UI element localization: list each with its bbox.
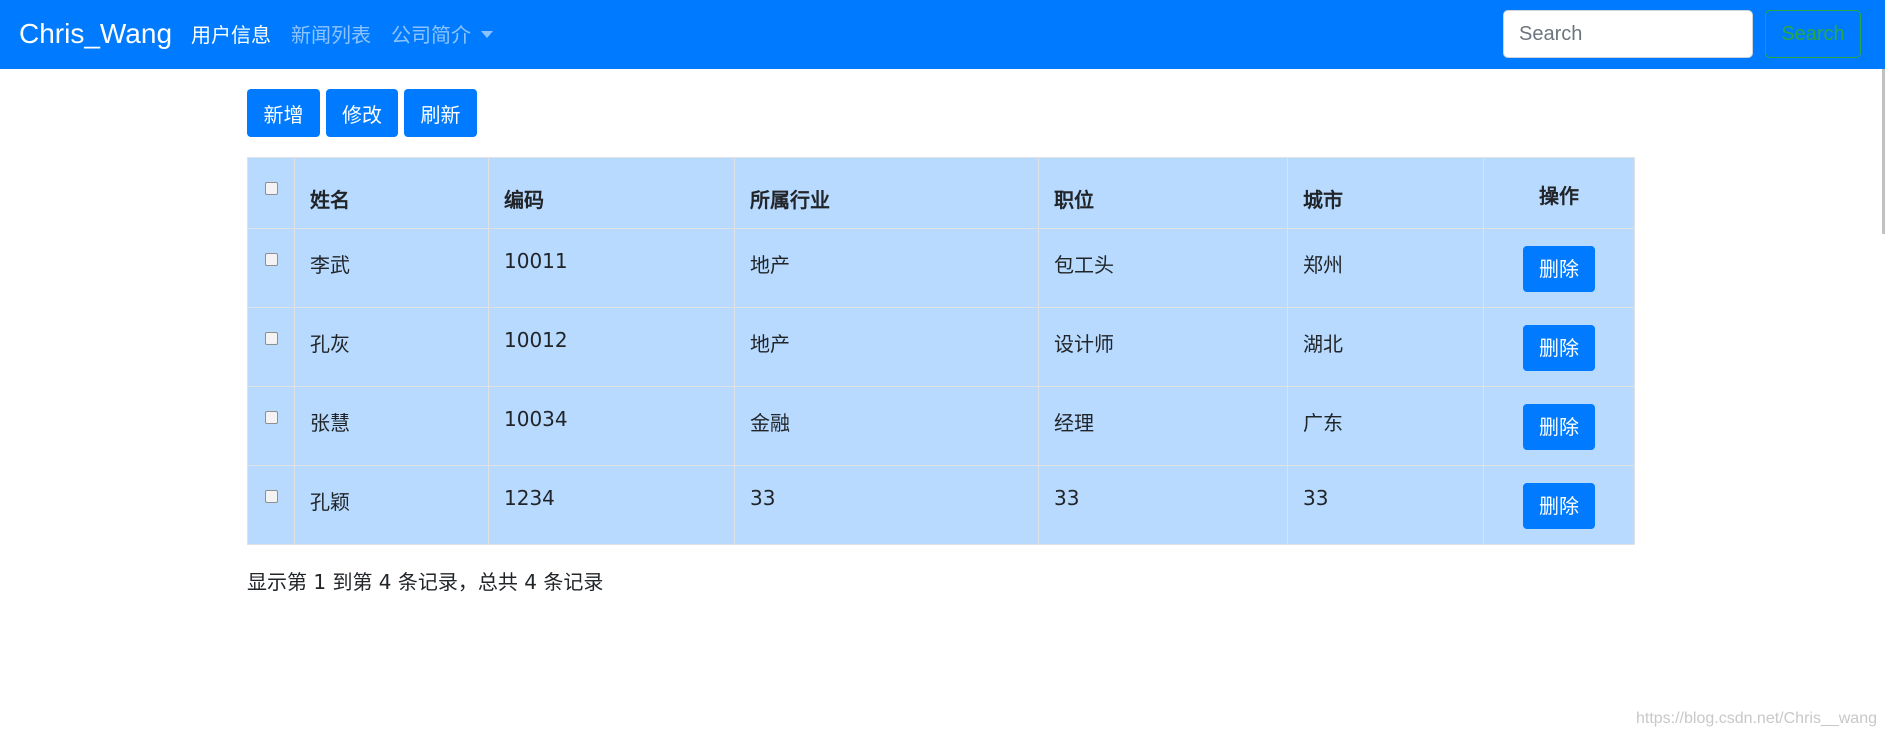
cell-code: 10012 xyxy=(488,307,735,387)
header-name[interactable]: 姓名 xyxy=(294,157,489,229)
select-all-checkbox[interactable] xyxy=(264,182,278,195)
pagination-info: 显示第 1 到第 4 条记录，总共 4 条记录 xyxy=(247,570,604,594)
nav-company-intro-label: 公司简介 xyxy=(391,23,471,47)
search-button[interactable]: Search xyxy=(1765,10,1861,58)
header-industry[interactable]: 所属行业 xyxy=(734,157,1039,229)
cell-name: 李武 xyxy=(294,228,489,308)
user-table-wrapper: 姓名 编码 所属行业 职位 城市 操作 李武 10011 地产 包工头 郑州 删… xyxy=(247,157,1635,545)
delete-button[interactable]: 删除 xyxy=(1523,404,1595,450)
delete-button[interactable]: 删除 xyxy=(1523,325,1595,371)
cell-action: 删除 xyxy=(1483,465,1635,545)
table-row[interactable]: 张慧 10034 金融 经理 广东 删除 xyxy=(247,386,1635,466)
cell-city: 33 xyxy=(1287,465,1484,545)
table-header-row: 姓名 编码 所属行业 职位 城市 操作 xyxy=(247,157,1635,229)
cell-city: 郑州 xyxy=(1287,228,1484,308)
cell-industry: 金融 xyxy=(734,386,1039,466)
edit-button[interactable]: 修改 xyxy=(326,89,398,137)
cell-code: 10034 xyxy=(488,386,735,466)
header-position[interactable]: 职位 xyxy=(1038,157,1288,229)
cell-position: 经理 xyxy=(1038,386,1288,466)
nav-news-list[interactable]: 新闻列表 xyxy=(291,22,371,48)
search-input[interactable] xyxy=(1503,10,1753,58)
user-table: 姓名 编码 所属行业 职位 城市 操作 李武 10011 地产 包工头 郑州 删… xyxy=(247,157,1635,545)
cell-position: 设计师 xyxy=(1038,307,1288,387)
brand-logo[interactable]: Chris_Wang xyxy=(19,16,172,52)
cell-industry: 33 xyxy=(734,465,1039,545)
row-select-cell xyxy=(247,386,295,466)
cell-city: 广东 xyxy=(1287,386,1484,466)
row-checkbox[interactable] xyxy=(264,332,278,345)
refresh-button[interactable]: 刷新 xyxy=(404,89,477,137)
cell-industry: 地产 xyxy=(734,307,1039,387)
cell-name: 孔颖 xyxy=(294,465,489,545)
delete-button[interactable]: 删除 xyxy=(1523,246,1595,292)
cell-position: 33 xyxy=(1038,465,1288,545)
table-row[interactable]: 孔灰 10012 地产 设计师 湖北 删除 xyxy=(247,307,1635,387)
row-checkbox[interactable] xyxy=(264,253,278,266)
cell-name: 孔灰 xyxy=(294,307,489,387)
cell-code: 10011 xyxy=(488,228,735,308)
nav-company-intro[interactable]: 公司简介 xyxy=(391,22,493,48)
row-select-cell xyxy=(247,307,295,387)
select-all-cell xyxy=(247,157,295,229)
row-select-cell xyxy=(247,465,295,545)
delete-button[interactable]: 删除 xyxy=(1523,483,1595,529)
top-navbar: Chris_Wang 用户信息 新闻列表 公司简介 Search xyxy=(0,0,1885,69)
cell-industry: 地产 xyxy=(734,228,1039,308)
row-checkbox[interactable] xyxy=(264,411,278,424)
row-checkbox[interactable] xyxy=(264,490,278,503)
table-row[interactable]: 孔颖 1234 33 33 33 删除 xyxy=(247,465,1635,545)
header-code[interactable]: 编码 xyxy=(488,157,735,229)
header-city[interactable]: 城市 xyxy=(1287,157,1484,229)
chevron-down-icon xyxy=(481,31,493,38)
cell-action: 删除 xyxy=(1483,307,1635,387)
cell-city: 湖北 xyxy=(1287,307,1484,387)
header-action: 操作 xyxy=(1483,157,1635,229)
row-select-cell xyxy=(247,228,295,308)
cell-name: 张慧 xyxy=(294,386,489,466)
cell-action: 删除 xyxy=(1483,386,1635,466)
watermark: https://blog.csdn.net/Chris__wang xyxy=(1635,710,1877,727)
add-button[interactable]: 新增 xyxy=(247,89,320,137)
cell-action: 删除 xyxy=(1483,228,1635,308)
table-row[interactable]: 李武 10011 地产 包工头 郑州 删除 xyxy=(247,228,1635,308)
cell-position: 包工头 xyxy=(1038,228,1288,308)
cell-code: 1234 xyxy=(488,465,735,545)
nav-user-info[interactable]: 用户信息 xyxy=(191,22,271,48)
